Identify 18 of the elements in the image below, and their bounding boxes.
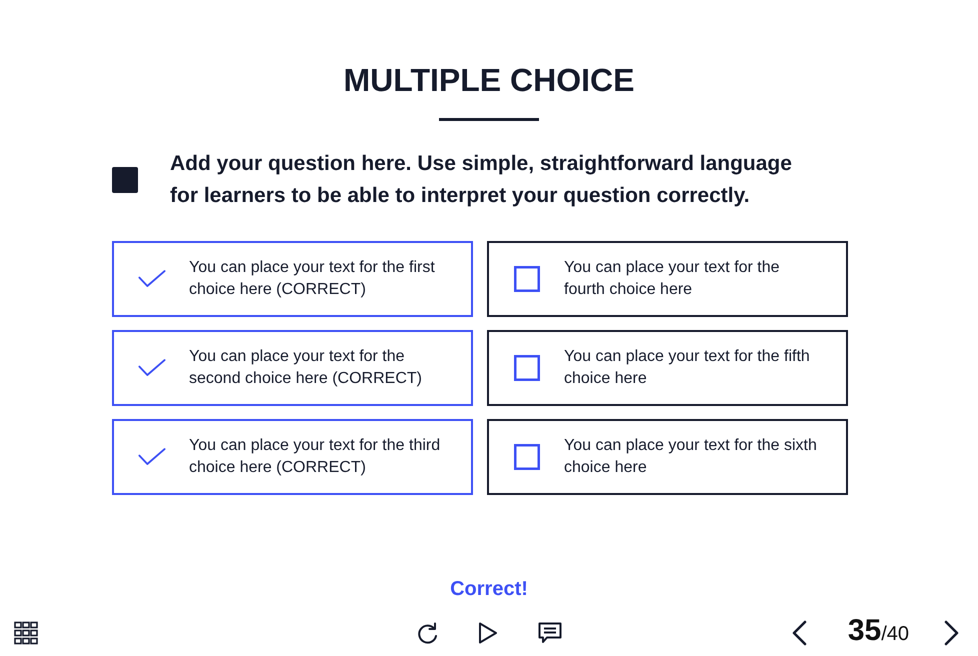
answer-option[interactable]: You can place your text for the first choice here (CORRECT) <box>112 241 473 317</box>
chevron-right-icon[interactable] <box>944 620 960 646</box>
answer-option[interactable]: You can place your text for the second choice here (CORRECT) <box>112 330 473 406</box>
grid-menu-icon[interactable] <box>14 620 38 644</box>
page-total: /40 <box>881 622 909 647</box>
question-text: Add your question here. Use simple, straightforward language for learners to be able to interpret your question correctly. <box>170 151 793 209</box>
chevron-left-icon[interactable] <box>790 620 807 646</box>
comment-icon[interactable] <box>538 622 562 644</box>
answer-option[interactable]: You can place your text for the sixth choice here <box>487 419 848 495</box>
feedback-text: Correct! <box>450 577 528 602</box>
square-bullet-icon <box>112 167 138 193</box>
answer-option[interactable]: You can place your text for the fourth choice here <box>487 241 848 317</box>
answer-option[interactable]: You can place your text for the third choice here (CORRECT) <box>112 419 473 495</box>
replay-icon[interactable] <box>416 620 438 644</box>
page-number: 35 <box>848 613 882 649</box>
slide-title: MULTIPLE CHOICE <box>344 61 634 100</box>
answer-option[interactable]: You can place your text for the fifth choice here <box>487 330 848 406</box>
play-icon[interactable] <box>478 622 498 644</box>
